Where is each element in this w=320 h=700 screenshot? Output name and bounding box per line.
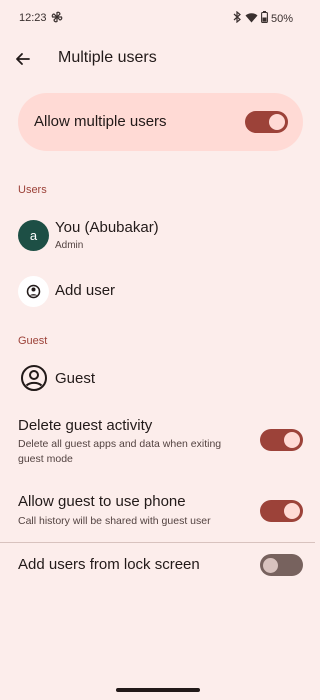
account-circle-icon	[20, 364, 48, 397]
back-arrow-icon[interactable]	[12, 48, 34, 70]
guest-label: Guest	[55, 370, 96, 387]
user-row-you[interactable]: a You (Abubakar) Admin	[0, 210, 315, 262]
allow-guest-phone-title: Allow guest to use phone	[18, 493, 186, 510]
page-title: Multiple users	[58, 49, 157, 66]
guest-row[interactable]: Guest	[0, 358, 315, 400]
divider	[0, 542, 315, 543]
add-user-icon	[18, 276, 49, 307]
allow-multiple-users-card[interactable]: Allow multiple users	[18, 93, 303, 151]
users-section-header: Users	[18, 184, 47, 196]
pinwheel-icon	[51, 11, 63, 26]
add-user-label: Add user	[55, 282, 116, 299]
delete-guest-activity-switch[interactable]	[260, 429, 303, 451]
gesture-bar[interactable]	[116, 688, 200, 692]
user-role: Admin	[55, 240, 84, 251]
add-user-row[interactable]: Add user	[0, 268, 315, 314]
app-bar: Multiple users	[0, 36, 315, 82]
allow-multiple-users-switch[interactable]	[245, 111, 288, 133]
switch-knob	[263, 557, 278, 573]
switch-knob	[284, 503, 300, 519]
bluetooth-icon	[233, 10, 242, 26]
battery-percent: 50%	[270, 12, 293, 25]
add-users-lock-screen-row[interactable]: Add users from lock screen	[0, 548, 315, 584]
guest-section-header: Guest	[18, 335, 48, 347]
status-time: 12:23	[19, 12, 47, 24]
allow-guest-phone-switch[interactable]	[260, 500, 303, 522]
avatar: a	[18, 220, 49, 251]
add-users-lock-screen-title: Add users from lock screen	[18, 556, 200, 573]
user-name: You (Abubakar)	[55, 219, 159, 236]
battery-icon	[261, 11, 268, 26]
delete-guest-activity-summary: Delete all guest apps and data when exit…	[18, 438, 222, 465]
allow-multiple-users-label: Allow multiple users	[34, 113, 167, 130]
delete-guest-activity-title: Delete guest activity	[18, 417, 153, 434]
allow-guest-phone-row[interactable]: Allow guest to use phone Call history wi…	[0, 485, 315, 535]
switch-knob	[284, 432, 300, 448]
switch-knob	[269, 114, 285, 130]
status-bar: 12:23 50%	[0, 0, 315, 36]
delete-guest-activity-row[interactable]: Delete guest activity Delete all guest a…	[0, 408, 315, 472]
add-users-lock-screen-switch[interactable]	[260, 554, 303, 576]
wifi-icon	[245, 12, 258, 26]
allow-guest-phone-summary: Call history will be shared with guest u…	[18, 515, 211, 527]
status-icons: 50%	[233, 10, 293, 26]
